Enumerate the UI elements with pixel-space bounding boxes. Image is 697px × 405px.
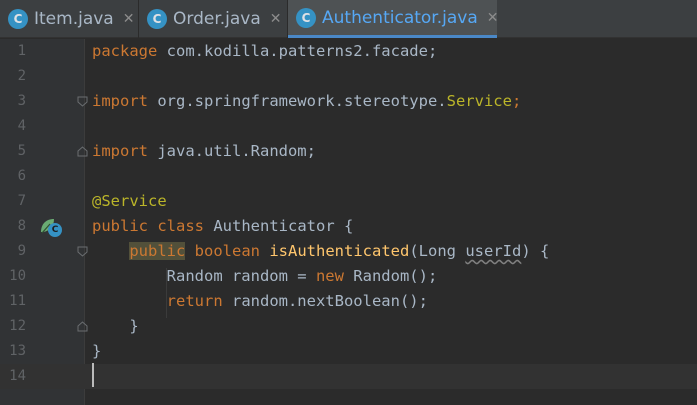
line-number: 4	[17, 118, 26, 134]
tab-item-java[interactable]: C Item.java ✕	[0, 0, 138, 38]
code-line-7[interactable]: 7 @Service	[0, 189, 697, 214]
tab-label: Item.java	[34, 9, 114, 29]
code-line-10[interactable]: 10 Random random = new Random();	[0, 264, 697, 289]
code-line-4[interactable]: 4	[0, 114, 697, 139]
java-class-icon: C	[296, 7, 316, 28]
close-icon[interactable]: ✕	[487, 10, 499, 26]
code-text: import java.util.Random;	[92, 142, 316, 160]
line-number: 5	[17, 143, 26, 159]
editor-tab-bar: C Item.java ✕ C Order.java ✕ C Authentic…	[0, 0, 697, 38]
code-line-11[interactable]: 11 return random.nextBoolean();	[0, 289, 697, 314]
code-text: }	[92, 342, 102, 360]
text-caret	[92, 363, 94, 387]
indent-guide	[166, 268, 167, 318]
code-line-9[interactable]: 9 public boolean isAuthenticated(Long us…	[0, 239, 697, 264]
code-line-2[interactable]: 2	[0, 64, 697, 89]
line-number: 3	[17, 93, 26, 109]
fold-end-icon[interactable]	[77, 321, 88, 332]
close-icon[interactable]: ✕	[270, 11, 282, 27]
java-class-icon: C	[8, 9, 28, 29]
code-text: import org.springframework.stereotype.Se…	[92, 92, 522, 110]
line-number: 14	[9, 368, 26, 384]
line-number: 8	[17, 218, 26, 234]
spring-bean-class-icon[interactable]: C	[38, 216, 64, 238]
code-line-3[interactable]: 3 import org.springframework.stereotype.…	[0, 89, 697, 114]
java-class-icon: C	[147, 9, 167, 29]
code-text: @Service	[92, 192, 167, 210]
line-number: 7	[17, 193, 26, 209]
class-marker-letter: C	[51, 225, 59, 235]
tab-label: Authenticator.java	[322, 7, 478, 28]
line-number: 2	[17, 68, 26, 84]
code-line-1[interactable]: 1 package com.kodilla.patterns2.facade;	[0, 39, 697, 64]
line-number: 11	[9, 293, 26, 309]
line-number: 10	[9, 268, 26, 284]
code-text: public class Authenticator {	[92, 217, 354, 235]
code-text: return random.nextBoolean();	[166, 292, 428, 310]
line-number: 9	[17, 243, 26, 259]
code-text: public boolean isAuthenticated(Long user…	[129, 242, 550, 260]
code-text: package com.kodilla.patterns2.facade;	[92, 42, 438, 60]
code-line-8[interactable]: 8 public class Authenticator {	[0, 214, 697, 239]
code-line-5[interactable]: 5 import java.util.Random;	[0, 139, 697, 164]
fold-start-icon[interactable]	[77, 246, 88, 257]
code-text: }	[129, 317, 139, 335]
line-number: 12	[9, 318, 26, 334]
line-number: 13	[9, 343, 26, 359]
fold-start-icon[interactable]	[77, 96, 88, 107]
code-text: Random random = new Random();	[166, 267, 438, 285]
fold-end-icon[interactable]	[77, 146, 88, 157]
code-line-14[interactable]: 14	[0, 364, 697, 389]
code-line-6[interactable]: 6	[0, 164, 697, 189]
tab-authenticator-java[interactable]: C Authenticator.java ✕	[288, 0, 499, 38]
code-line-12[interactable]: 12 }	[0, 314, 697, 339]
tab-order-java[interactable]: C Order.java ✕	[139, 0, 287, 38]
code-line-13[interactable]: 13 }	[0, 339, 697, 364]
tab-label: Order.java	[173, 9, 261, 29]
line-number: 1	[17, 43, 26, 59]
line-number: 6	[17, 168, 26, 184]
close-icon[interactable]: ✕	[123, 11, 135, 27]
